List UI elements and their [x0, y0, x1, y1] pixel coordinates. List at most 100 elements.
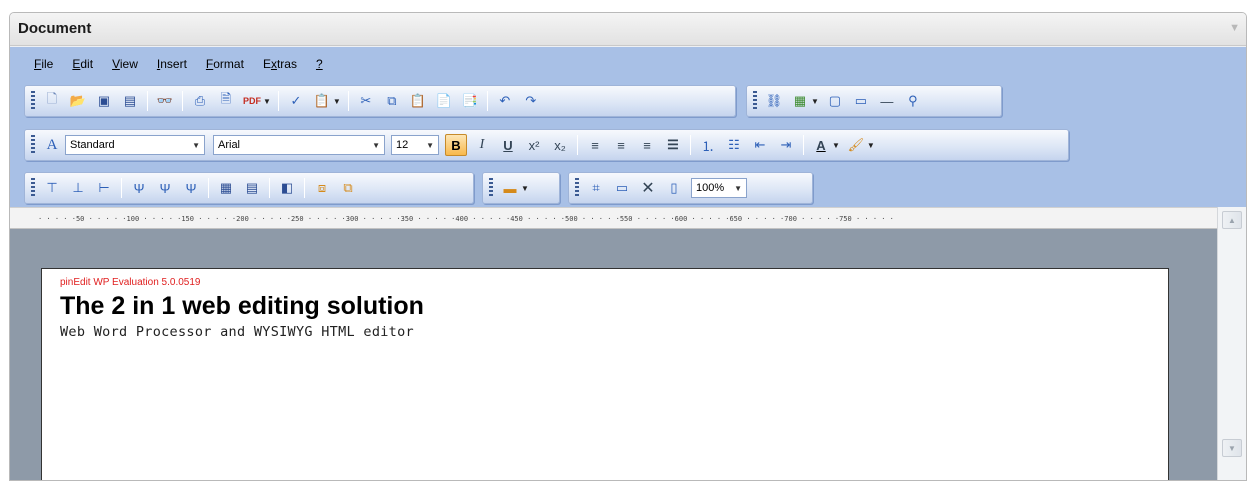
- toolbar-separator: [690, 135, 691, 155]
- font-color-dropdown-arrow-icon[interactable]: ▼: [832, 141, 840, 150]
- page-width-icon[interactable]: ▭: [611, 177, 633, 199]
- toolbar-grip[interactable]: [489, 178, 493, 198]
- size-select[interactable]: 12 ▼: [391, 135, 439, 155]
- paste-word-icon[interactable]: 📑: [459, 90, 481, 112]
- full-page-icon[interactable]: ▯: [663, 177, 685, 199]
- colors-dropdown-arrow-icon[interactable]: ▼: [521, 184, 529, 193]
- chevron-down-icon: ▼: [426, 140, 434, 150]
- ruler-label: 400: [455, 215, 469, 223]
- outdent-icon[interactable]: ⇤: [749, 134, 771, 156]
- merge-cells-icon[interactable]: ⧈: [311, 177, 333, 199]
- find-icon[interactable]: 👓: [154, 90, 176, 112]
- redo-icon[interactable]: ↷: [520, 90, 542, 112]
- copy-icon[interactable]: ⧉: [381, 90, 403, 112]
- align-right-icon[interactable]: ≡: [636, 134, 658, 156]
- color-toolbar: ▬ ▼: [482, 172, 560, 204]
- fit-page-icon[interactable]: ⌗: [585, 177, 607, 199]
- toolbar-grip[interactable]: [31, 178, 35, 198]
- pdf-dropdown-arrow-icon[interactable]: ▼: [263, 97, 271, 106]
- underline-button[interactable]: U: [497, 134, 519, 156]
- vertical-scrollbar[interactable]: ▲ ▼: [1217, 207, 1246, 480]
- colors-icon[interactable]: ▬: [499, 177, 521, 199]
- insert-row-below-icon[interactable]: ⊥: [67, 177, 89, 199]
- toolbar-separator: [486, 91, 488, 111]
- print-icon[interactable]: ⎙: [189, 90, 211, 112]
- menu-view[interactable]: View: [102, 56, 147, 76]
- menu-extras[interactable]: Extras: [253, 56, 306, 76]
- table-properties-icon[interactable]: ▤: [241, 177, 263, 199]
- bold-button[interactable]: B: [445, 134, 467, 156]
- ruler-label: 750: [839, 215, 852, 223]
- insert-image-icon[interactable]: ▦: [789, 90, 811, 112]
- align-left-icon[interactable]: ≡: [584, 134, 606, 156]
- menu-file[interactable]: File: [24, 56, 62, 76]
- paste-text-icon[interactable]: 📄: [433, 90, 455, 112]
- bullet-list-icon[interactable]: ☷: [723, 134, 745, 156]
- horizontal-ruler[interactable]: · · · · ·50 · · · · ·100 · · · · ·150 · …: [10, 207, 1218, 229]
- paste-special-icon[interactable]: 📋: [311, 90, 333, 112]
- ruler-label: 500: [565, 215, 578, 223]
- image-dropdown-arrow-icon[interactable]: ▼: [811, 97, 819, 106]
- ruler-label: 600: [674, 215, 688, 223]
- align-justify-icon[interactable]: ☰: [662, 134, 684, 156]
- toolbar-separator: [803, 135, 804, 155]
- export-pdf-icon[interactable]: PDF: [241, 90, 263, 112]
- horizontal-rule-icon[interactable]: —: [876, 90, 898, 112]
- panel-title: Document: [18, 20, 92, 37]
- font-select[interactable]: Arial ▼: [213, 135, 385, 155]
- scroll-down-icon[interactable]: ▼: [1222, 439, 1242, 457]
- cell-properties-icon[interactable]: ◧: [276, 177, 298, 199]
- menu-edit[interactable]: Edit: [62, 56, 102, 76]
- menu-help[interactable]: ?: [306, 56, 332, 76]
- scroll-up-icon[interactable]: ▲: [1222, 211, 1242, 229]
- insert-frame-icon[interactable]: ▢: [824, 90, 846, 112]
- toolbar-grip[interactable]: [31, 91, 35, 111]
- spellcheck-icon[interactable]: ✓: [285, 90, 307, 112]
- toolbar-grip[interactable]: [753, 91, 757, 111]
- menu-bar: File Edit View Insert Format Extras ?: [24, 56, 332, 76]
- split-cells-icon[interactable]: ⧉: [337, 177, 359, 199]
- delete-row-icon[interactable]: Ψ: [128, 177, 150, 199]
- save-as-icon[interactable]: ▤: [119, 90, 141, 112]
- special-character-icon[interactable]: ⚲: [902, 90, 924, 112]
- undo-icon[interactable]: ↶: [494, 90, 516, 112]
- document-subheading[interactable]: Web Word Processor and WYSIWYG HTML edit…: [60, 324, 1168, 340]
- toolbar-grip[interactable]: [575, 178, 579, 198]
- chevron-down-icon[interactable]: ▼: [1229, 22, 1240, 34]
- insert-row-above-icon[interactable]: ⊤: [41, 177, 63, 199]
- print-preview-icon[interactable]: 🗎: [215, 90, 237, 112]
- menu-format[interactable]: Format: [196, 56, 253, 76]
- new-document-icon[interactable]: 🗋: [41, 90, 63, 112]
- highlight-dropdown-arrow-icon[interactable]: ▼: [867, 141, 875, 150]
- table-toolbar: ⊤ ⊥ ⊢ Ψ Ψ Ψ ▦ ▤ ◧ ⧈ ⧉: [24, 172, 474, 204]
- font-color-icon[interactable]: A: [810, 134, 832, 156]
- open-folder-icon[interactable]: 📂: [67, 90, 89, 112]
- save-icon[interactable]: ▣: [93, 90, 115, 112]
- italic-button[interactable]: I: [471, 134, 493, 156]
- document-page[interactable]: pinEdit WP Evaluation 5.0.0519 The 2 in …: [41, 268, 1169, 480]
- zoom-select[interactable]: 100% ▼: [691, 178, 747, 198]
- highlight-color-icon[interactable]: 🖌: [845, 134, 867, 156]
- close-icon[interactable]: ✕: [637, 177, 659, 199]
- delete-cell-icon[interactable]: Ψ: [180, 177, 202, 199]
- style-select-value: Standard: [70, 139, 115, 151]
- indent-icon[interactable]: ⇥: [775, 134, 797, 156]
- toolbar-area: File Edit View Insert Format Extras ? 🗋 …: [10, 47, 1246, 207]
- paste-icon[interactable]: 📋: [407, 90, 429, 112]
- style-select[interactable]: Standard ▼: [65, 135, 205, 155]
- toolbar-separator: [182, 91, 183, 111]
- cut-icon[interactable]: ✂: [355, 90, 377, 112]
- subscript-icon[interactable]: x₂: [549, 134, 571, 156]
- insert-textbox-icon[interactable]: ▭: [850, 90, 872, 112]
- numbered-list-icon[interactable]: ⒈: [697, 134, 719, 156]
- toolbar-grip[interactable]: [31, 135, 35, 155]
- align-center-icon[interactable]: ≡: [610, 134, 632, 156]
- table-icon[interactable]: ▦: [215, 177, 237, 199]
- superscript-icon[interactable]: x²: [523, 134, 545, 156]
- paste-dropdown-arrow-icon[interactable]: ▼: [333, 97, 341, 106]
- menu-insert[interactable]: Insert: [147, 56, 196, 76]
- document-heading[interactable]: The 2 in 1 web editing solution: [60, 292, 1168, 320]
- hyperlink-icon[interactable]: ⛓: [763, 90, 785, 112]
- insert-column-icon[interactable]: ⊢: [93, 177, 115, 199]
- delete-column-icon[interactable]: Ψ: [154, 177, 176, 199]
